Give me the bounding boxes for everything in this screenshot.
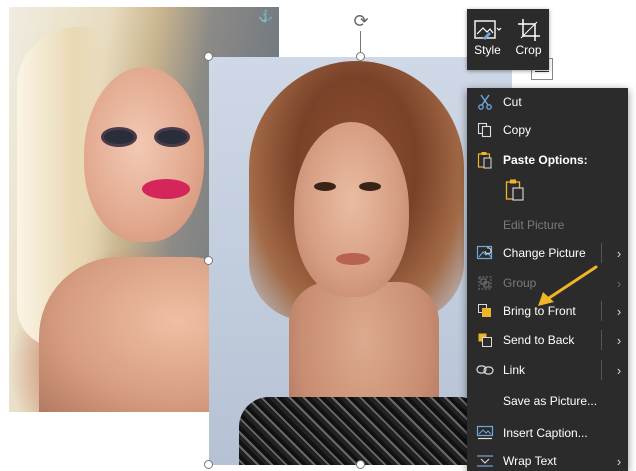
send-to-back-icon: [467, 332, 503, 348]
menu-item-label: Change Picture: [503, 246, 586, 260]
rotate-connector: [360, 31, 361, 53]
crop-icon: [517, 19, 540, 41]
crop-button[interactable]: Crop: [508, 9, 549, 70]
resize-handle-middle-left[interactable]: [204, 256, 213, 265]
menu-item-label: Wrap Text: [503, 454, 557, 468]
menu-item-edit-picture: Edit Picture: [467, 211, 628, 239]
face-shape: [294, 122, 409, 297]
resize-handle-bottom-left[interactable]: [204, 460, 213, 469]
resize-handle-bottom-center[interactable]: [356, 460, 365, 469]
style-button[interactable]: Style: [467, 9, 508, 70]
eye-shape: [314, 182, 336, 191]
wrap-text-icon: [467, 453, 503, 469]
menu-item-link[interactable]: Link ›: [467, 356, 628, 384]
menu-item-label: Save as Picture...: [503, 394, 598, 408]
menu-item-label: Link: [503, 363, 526, 377]
face-shape: [84, 67, 204, 242]
paste-option-picture-button[interactable]: [467, 176, 628, 206]
crop-label: Crop: [515, 43, 542, 57]
menu-item-label: Paste Options:: [503, 153, 588, 167]
menu-item-send-to-back[interactable]: Send to Back ›: [467, 326, 628, 354]
style-icon: [473, 20, 501, 40]
menu-item-label: Copy: [503, 123, 532, 137]
lips-shape: [142, 179, 190, 199]
anchor-icon: ⚓: [258, 9, 273, 23]
resize-handle-top-left[interactable]: [204, 52, 213, 61]
menu-item-label: Insert Caption...: [503, 426, 588, 440]
change-picture-icon: [467, 245, 503, 261]
chevron-right-icon[interactable]: ›: [610, 246, 628, 261]
menu-item-label: Cut: [503, 95, 522, 109]
menu-item-cut[interactable]: Cut: [467, 88, 628, 116]
resize-handle-top-center[interactable]: [356, 52, 365, 61]
menu-item-label: Send to Back: [503, 333, 575, 347]
menu-item-save-as-picture[interactable]: Save as Picture...: [467, 387, 628, 415]
eye-shape: [157, 130, 187, 144]
paste-picture-icon: [505, 178, 525, 205]
insert-caption-icon: [467, 425, 503, 441]
group-icon: [467, 275, 503, 291]
chevron-right-icon[interactable]: ›: [610, 304, 628, 319]
menu-item-insert-caption[interactable]: Insert Caption...: [467, 419, 628, 447]
dress-shape: [239, 397, 489, 465]
chevron-right-icon[interactable]: ›: [610, 363, 628, 378]
rotate-handle-icon[interactable]: ⟳: [351, 11, 371, 31]
lips-shape: [336, 253, 370, 265]
annotation-arrow-icon: [538, 265, 598, 306]
chevron-right-icon[interactable]: ›: [610, 333, 628, 348]
menu-item-copy[interactable]: Copy: [467, 116, 628, 144]
eye-shape: [104, 130, 134, 144]
menu-item-wrap-text[interactable]: Wrap Text ›: [467, 447, 628, 471]
eye-shape: [359, 182, 381, 191]
style-label: Style: [474, 43, 501, 57]
menu-item-paste-options: Paste Options:: [467, 146, 628, 174]
mini-toolbar: Style Crop: [467, 9, 549, 70]
chevron-right-icon: ›: [616, 275, 622, 291]
menu-item-label: Edit Picture: [503, 218, 565, 232]
copy-icon: [467, 122, 503, 138]
bring-to-front-icon: [467, 303, 503, 319]
link-icon: [467, 364, 503, 376]
chevron-right-icon[interactable]: ›: [610, 454, 628, 469]
paste-icon: [467, 151, 503, 169]
scissors-icon: [467, 94, 503, 110]
